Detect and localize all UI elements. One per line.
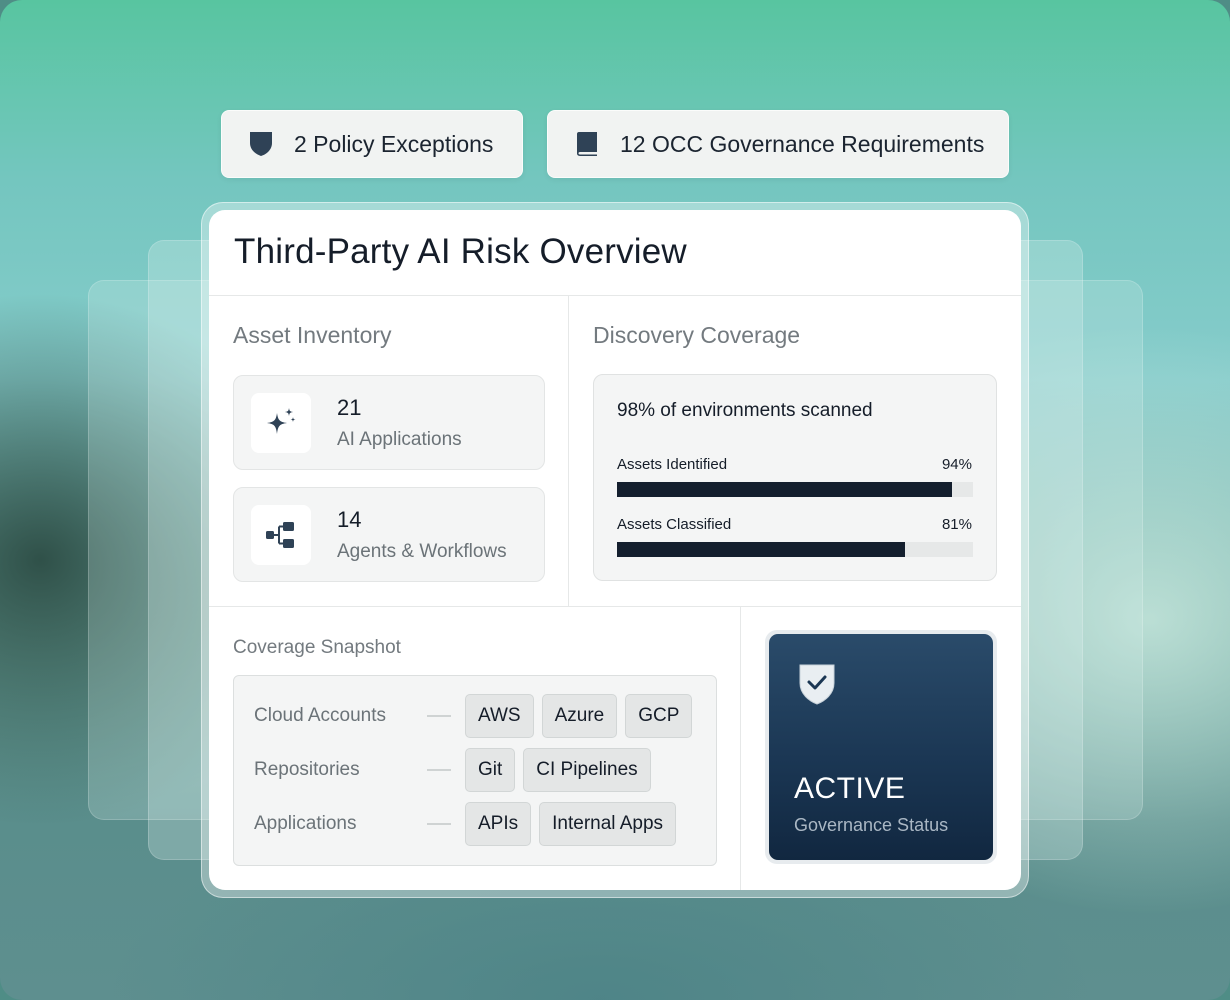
- coverage-snapshot-title: Coverage Snapshot: [233, 637, 401, 658]
- divider: [209, 606, 1021, 607]
- risk-overview-card: Third-Party AI Risk Overview Asset Inven…: [209, 210, 1021, 890]
- asset-count: 14: [337, 507, 362, 532]
- divider: [209, 295, 1021, 296]
- asset-count: 21: [337, 395, 362, 420]
- row-label: Cloud Accounts: [254, 705, 387, 726]
- discovery-coverage-panel: 98% of environments scanned Assets Ident…: [593, 374, 997, 581]
- shield-check-icon: [797, 662, 837, 711]
- chip-azure[interactable]: Azure: [541, 694, 618, 738]
- bar-label: Assets Identified: [617, 456, 728, 473]
- asset-label: Agents & Workflows: [337, 541, 507, 562]
- discovery-coverage-title: Discovery Coverage: [593, 322, 801, 348]
- asset-inventory-title: Asset Inventory: [233, 322, 392, 348]
- row-label: Applications: [254, 813, 357, 834]
- card-title: Third-Party AI Risk Overview: [234, 232, 687, 271]
- connector-dash: [427, 823, 451, 825]
- asset-label: AI Applications: [337, 429, 462, 450]
- progress-track: [617, 482, 973, 497]
- divider: [740, 606, 741, 890]
- connector-dash: [427, 769, 451, 771]
- snapshot-row: Applications APIs Internal Apps: [234, 802, 716, 846]
- governance-status-card[interactable]: ACTIVE Governance Status: [765, 630, 997, 864]
- connector-dash: [427, 715, 451, 717]
- chip-aws[interactable]: AWS: [465, 694, 534, 738]
- snapshot-row: Cloud Accounts AWS Azure GCP: [234, 694, 716, 738]
- status-value: ACTIVE: [794, 772, 906, 805]
- occ-requirements-pill[interactable]: 12 OCC Governance Requirements: [547, 110, 1009, 178]
- bar-value: 94%: [941, 456, 972, 473]
- scan-coverage-text: 98% of environments scanned: [617, 400, 873, 421]
- chip-git[interactable]: Git: [465, 748, 516, 792]
- asset-card-ai-applications[interactable]: 21 AI Applications: [233, 375, 545, 470]
- chip-internal-apps[interactable]: Internal Apps: [539, 802, 677, 846]
- status-label: Governance Status: [794, 815, 949, 835]
- book-icon: [574, 131, 600, 157]
- coverage-snapshot-panel: Cloud Accounts AWS Azure GCP Repositorie…: [233, 675, 717, 866]
- pill-label: 2 Policy Exceptions: [294, 130, 494, 157]
- progress-track: [617, 542, 973, 557]
- shield-icon: [248, 131, 274, 157]
- progress-fill-assets-identified: [617, 482, 952, 497]
- chip-gcp[interactable]: GCP: [625, 694, 693, 738]
- divider: [568, 295, 569, 606]
- row-label: Repositories: [254, 759, 360, 780]
- snapshot-row: Repositories Git CI Pipelines: [234, 748, 716, 792]
- pill-label: 12 OCC Governance Requirements: [620, 130, 985, 157]
- progress-fill-assets-classified: [617, 542, 906, 557]
- workflow-icon: [251, 505, 311, 565]
- asset-card-agents-workflows[interactable]: 14 Agents & Workflows: [233, 487, 545, 582]
- chip-ci-pipelines[interactable]: CI Pipelines: [523, 748, 651, 792]
- bar-value: 81%: [941, 516, 972, 533]
- chip-apis[interactable]: APIs: [465, 802, 532, 846]
- policy-exceptions-pill[interactable]: 2 Policy Exceptions: [221, 110, 523, 178]
- sparkle-icon: [251, 393, 311, 453]
- bar-label: Assets Classified: [617, 516, 732, 533]
